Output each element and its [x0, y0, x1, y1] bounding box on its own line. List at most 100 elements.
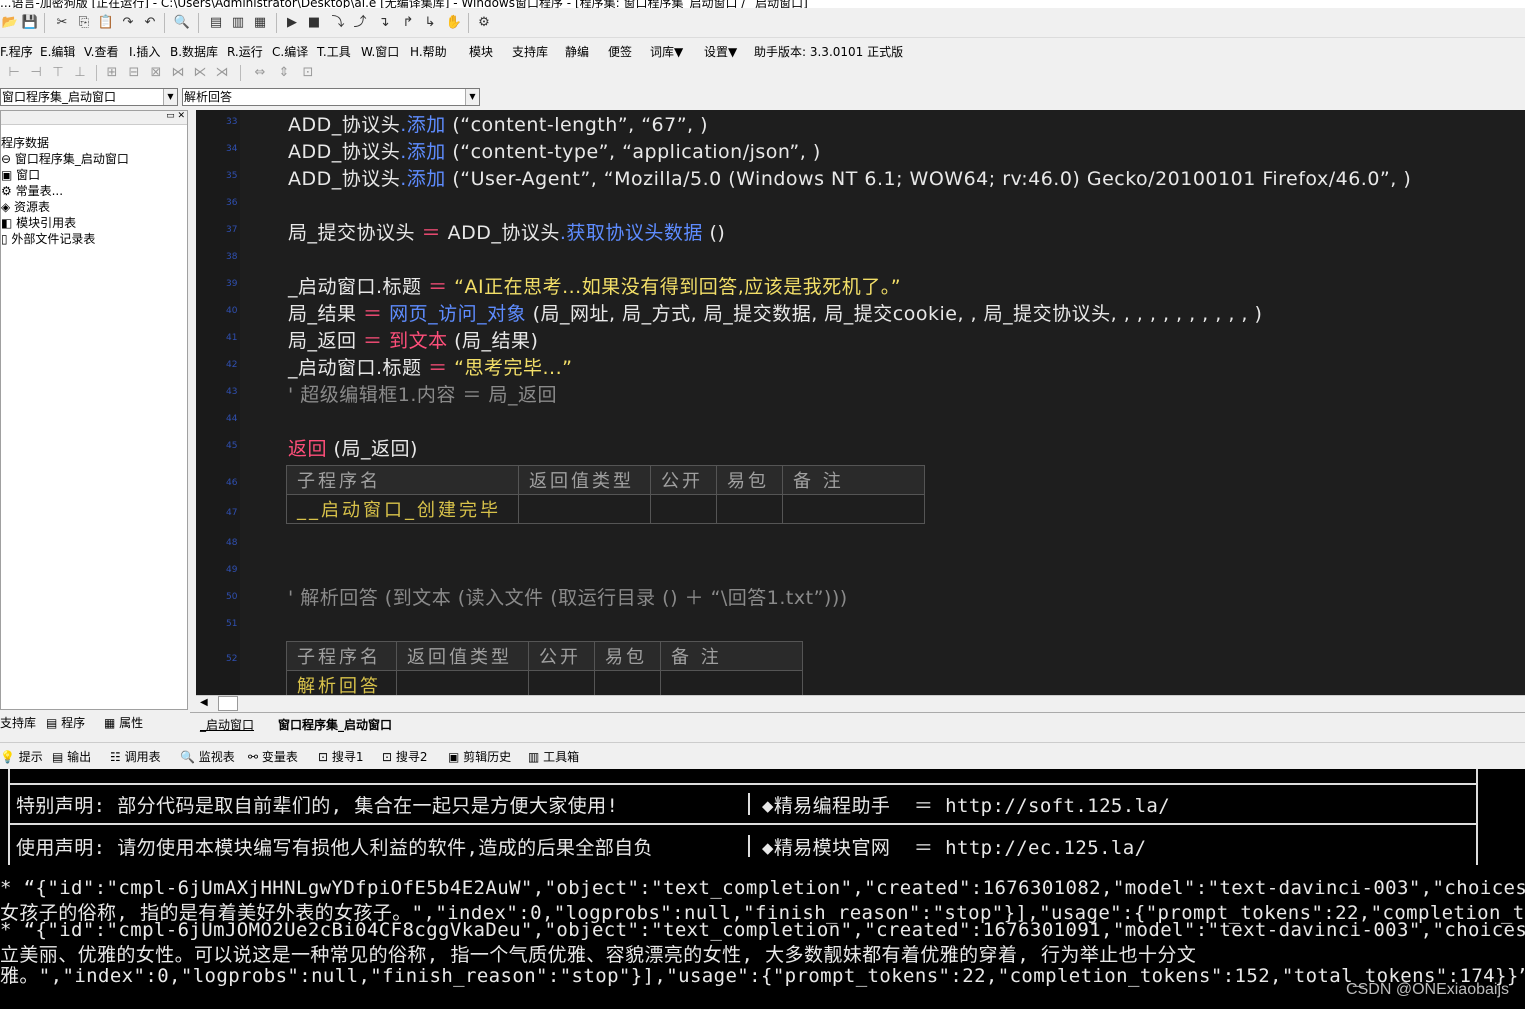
step-1-icon[interactable]: ⤵ — [328, 14, 348, 32]
chevron-down-icon[interactable]: ▼ — [465, 89, 479, 105]
undo-icon[interactable]: ↶ — [140, 14, 160, 32]
table-cell[interactable] — [528, 670, 595, 695]
menu-database[interactable]: B.数据库 — [170, 43, 218, 60]
menu-view[interactable]: V.查看 — [84, 43, 118, 60]
center-h-icon[interactable]: ⇔ — [250, 64, 270, 82]
tab-toolbox[interactable]: ▥ 工具箱 — [528, 748, 579, 765]
table-cell[interactable] — [660, 670, 803, 695]
table-cell[interactable] — [716, 494, 783, 524]
code-editor[interactable]: 33 34 35 36 37 38 39 40 41 42 43 44 45 4… — [196, 110, 1525, 695]
menu-module[interactable]: 模块 — [469, 43, 493, 60]
step-5-icon[interactable]: ↳ — [420, 14, 440, 32]
align-center-icon[interactable]: ⊣ — [26, 64, 46, 82]
comment-line[interactable]: ' 解析回答 (到文本 (读入文件 (取运行目录 () ＋ “\回答1.txt”… — [288, 583, 848, 610]
space-h-icon[interactable]: ⋈ — [168, 64, 188, 82]
menu-compile[interactable]: C.编译 — [272, 43, 308, 60]
code-line[interactable]: _启动窗口.标题 ＝ “思考完毕...” — [288, 353, 572, 380]
layout-3-icon[interactable]: ▦ — [250, 14, 270, 32]
code-line[interactable]: _启动窗口.标题 ＝ “AI正在思考...如果没有得到回答,应该是我死机了。” — [288, 272, 901, 299]
menu-edit[interactable]: E.编辑 — [40, 43, 75, 60]
run-icon[interactable]: ▶ — [282, 14, 302, 32]
code-line[interactable]: ADD_协议头.添加 (“User-Agent”, “Mozilla/5.0 (… — [288, 164, 1411, 191]
align-top-icon[interactable]: ⊥ — [70, 64, 90, 82]
size-height-icon[interactable]: ⊟ — [124, 64, 144, 82]
grid-icon[interactable]: ⊡ — [298, 64, 318, 82]
menu-settings[interactable]: 设置▼ — [704, 43, 737, 60]
code-line[interactable]: 返回 (局_返回) — [288, 434, 418, 461]
redo-icon[interactable]: ↷ — [118, 14, 138, 32]
horizontal-scrollbar[interactable]: ◀ — [196, 695, 1525, 711]
center-v-icon[interactable]: ⇕ — [274, 64, 294, 82]
menu-program[interactable]: F.程序 — [0, 43, 33, 60]
hand-icon[interactable]: ✋ — [444, 14, 464, 32]
code-line[interactable]: 局_提交协议头 ＝ ADD_协议头.获取协议头数据 () — [288, 218, 725, 245]
tab-watch[interactable]: 🔍 监视表 — [180, 748, 235, 765]
tree-item-window[interactable]: ▣ 窗口 — [1, 167, 129, 183]
open-file-icon[interactable]: 📂 — [0, 14, 20, 32]
stop-icon[interactable]: ■ — [304, 14, 324, 32]
menu-support-lib[interactable]: 支持库 — [512, 43, 548, 60]
tab-support-lib[interactable]: 支持库 — [0, 714, 36, 732]
layout-1-icon[interactable]: ▤ — [206, 14, 226, 32]
table-cell[interactable] — [518, 494, 651, 524]
sub-name-cell[interactable]: __启动窗口_创建完毕 — [286, 494, 519, 524]
cut-icon[interactable]: ✂ — [52, 14, 72, 32]
tab-hint[interactable]: 💡 提示 — [0, 748, 43, 765]
size-width-icon[interactable]: ⊞ — [102, 64, 122, 82]
code-line[interactable]: ADD_协议头.添加 (“content-type”, “application… — [288, 137, 821, 164]
step-3-icon[interactable]: ↴ — [374, 14, 394, 32]
table-cell[interactable] — [396, 670, 529, 695]
align-right-icon[interactable]: ⊤ — [48, 64, 68, 82]
layout-2-icon[interactable]: ▥ — [228, 14, 248, 32]
table-cell[interactable] — [650, 494, 717, 524]
size-both-icon[interactable]: ⊠ — [146, 64, 166, 82]
tree-item-assembly[interactable]: ⊖ 窗口程序集_启动窗口 — [1, 151, 129, 167]
tab-start-window[interactable]: _启动窗口 — [200, 716, 254, 733]
menu-window[interactable]: W.窗口 — [361, 43, 399, 60]
output-console[interactable]: 特别声明: 部分代码是取自前辈们的, 集合在一起只是方便大家使用! ◆精易编程助… — [0, 769, 1525, 1009]
step-4-icon[interactable]: ↱ — [398, 14, 418, 32]
tab-assembly[interactable]: 窗口程序集_启动窗口 — [278, 716, 392, 733]
tab-call-table[interactable]: ☷ 调用表 — [110, 748, 161, 765]
tab-output[interactable]: ▤ 输出 — [52, 748, 91, 765]
assembly-select[interactable]: 窗口程序集_启动窗口 ▼ — [0, 88, 178, 106]
menu-lexicon[interactable]: 词库▼ — [650, 43, 683, 60]
paste-icon[interactable]: 📋 — [96, 14, 116, 32]
find-icon[interactable]: 🔍 — [172, 14, 192, 32]
menu-help[interactable]: H.帮助 — [410, 43, 447, 60]
tree-item-external-files[interactable]: ▯ 外部文件记录表 — [1, 231, 129, 247]
code-line[interactable]: ADD_协议头.添加 (“content-length”, “67”, ) — [288, 110, 708, 137]
tab-search1[interactable]: ⊡ 搜寻1 — [318, 748, 364, 765]
menu-static[interactable]: 静编 — [565, 43, 589, 60]
menu-run[interactable]: R.运行 — [227, 43, 263, 60]
tab-variables[interactable]: ⚯ 变量表 — [248, 748, 298, 765]
save-icon[interactable]: 💾 — [20, 14, 40, 32]
assistant-icon[interactable]: ⚙ — [474, 14, 494, 32]
code-line[interactable]: 局_结果 ＝ 网页_访问_对象 (局_网址, 局_方式, 局_提交数据, 局_提… — [288, 299, 1262, 326]
scroll-thumb[interactable] — [218, 696, 238, 711]
menu-notes[interactable]: 便签 — [608, 43, 632, 60]
sub-name-cell[interactable]: 解析回答 — [286, 670, 397, 695]
space-eq-icon[interactable]: ⋊ — [212, 64, 232, 82]
table-cell[interactable] — [782, 494, 925, 524]
menu-insert[interactable]: I.插入 — [129, 43, 160, 60]
comment-line[interactable]: ' 超级编辑框1.内容 ＝ 局_返回 — [288, 380, 557, 407]
tab-clip-history[interactable]: ▣ 剪辑历史 — [448, 748, 511, 765]
code-line[interactable]: 局_返回 ＝ 到文本 (局_结果) — [288, 326, 538, 353]
tab-program[interactable]: ▤ 程序 — [46, 714, 85, 732]
tree-item-resources[interactable]: ◈ 资源表 — [1, 199, 129, 215]
method-select[interactable]: 解析回答 ▼ — [182, 88, 480, 106]
tab-search2[interactable]: ⊡ 搜寻2 — [382, 748, 428, 765]
chevron-down-icon[interactable]: ▼ — [163, 89, 177, 105]
scroll-left-icon[interactable]: ◀ — [200, 697, 208, 708]
tree-item-module-refs[interactable]: ◧ 模块引用表 — [1, 215, 129, 231]
space-v-icon[interactable]: ⋉ — [190, 64, 210, 82]
menu-tools[interactable]: T.工具 — [317, 43, 351, 60]
table-cell[interactable] — [594, 670, 661, 695]
copy-icon[interactable]: ⎘ — [74, 14, 94, 32]
tree-item-constants[interactable]: ⚙ 常量表... — [1, 183, 129, 199]
step-2-icon[interactable]: ⤴ — [350, 14, 370, 32]
align-left-icon[interactable]: ⊢ — [4, 64, 24, 82]
tab-properties[interactable]: ▦ 属性 — [104, 714, 143, 732]
panel-close-icon[interactable]: ▭ ✕ — [166, 111, 185, 121]
